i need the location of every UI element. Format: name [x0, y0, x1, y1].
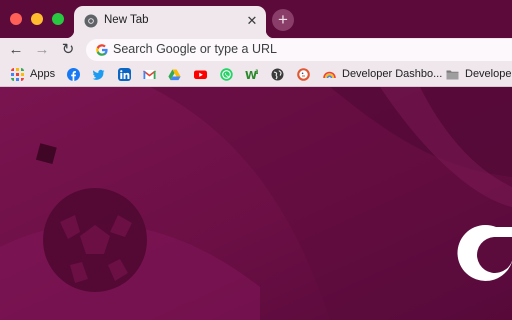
bookmarks-bar: Apps W 1 Developer Dashbo... Developer	[0, 62, 512, 87]
window-close-button[interactable]	[10, 13, 22, 25]
toolbar: ← → ↻ Search Google or type a URL	[0, 38, 512, 62]
forward-button[interactable]: →	[31, 39, 53, 61]
duckduckgo-icon	[297, 67, 310, 81]
tab-title: New Tab	[104, 14, 149, 26]
close-icon[interactable]: ✕	[244, 13, 260, 29]
bookmark-facebook[interactable]	[67, 67, 80, 81]
bookmark-drive[interactable]	[168, 67, 181, 81]
ball-decoration	[43, 188, 147, 292]
bookmark-youtube[interactable]	[194, 67, 207, 81]
whatsapp-icon	[220, 67, 233, 81]
linkedin-icon	[118, 67, 131, 81]
omnibox[interactable]: Search Google or type a URL	[86, 39, 512, 61]
bookmark-linkedin[interactable]	[118, 67, 131, 81]
bookmark-apps[interactable]: Apps	[11, 67, 55, 81]
reload-button[interactable]: ↻	[57, 39, 79, 61]
theme-background	[0, 87, 512, 320]
bookmark-developer-dashboard[interactable]: Developer Dashbo...	[323, 67, 442, 81]
bookmark-gmail[interactable]	[143, 67, 156, 81]
svg-text:1: 1	[255, 69, 258, 76]
bookmark-label: Developer	[465, 68, 512, 80]
omnibox-placeholder: Search Google or type a URL	[113, 42, 277, 56]
twitter-icon	[92, 69, 105, 80]
bookmark-label: Apps	[30, 68, 56, 80]
tab-strip: New Tab ✕ +	[0, 0, 512, 38]
new-tab-button[interactable]: +	[272, 9, 294, 31]
rainbow-icon	[323, 71, 336, 78]
back-button[interactable]: ←	[5, 39, 27, 61]
window-maximize-button[interactable]	[52, 13, 64, 25]
facebook-icon	[67, 67, 80, 81]
bookmark-whatsapp[interactable]	[220, 67, 233, 81]
w1-icon: W 1	[245, 69, 258, 81]
folder-icon	[446, 70, 459, 79]
youtube-icon	[194, 70, 207, 79]
globe-icon	[271, 68, 284, 80]
new-tab-page	[0, 87, 512, 320]
gmail-icon	[143, 69, 156, 79]
bookmark-label: Developer Dashbo...	[342, 68, 443, 80]
tab-new-tab[interactable]: New Tab ✕	[66, 6, 274, 38]
google-g-icon	[96, 44, 108, 56]
apps-grid-icon	[11, 67, 24, 81]
drive-icon	[168, 69, 181, 80]
window-minimize-button[interactable]	[31, 13, 43, 25]
bookmark-w1[interactable]: W 1	[245, 67, 258, 81]
bookmark-developer-folder[interactable]: Developer	[446, 67, 512, 81]
bookmark-globe[interactable]	[271, 67, 284, 81]
bookmark-twitter[interactable]	[92, 67, 105, 81]
bookmark-duckduckgo[interactable]	[297, 67, 310, 81]
chrome-icon	[84, 14, 98, 28]
